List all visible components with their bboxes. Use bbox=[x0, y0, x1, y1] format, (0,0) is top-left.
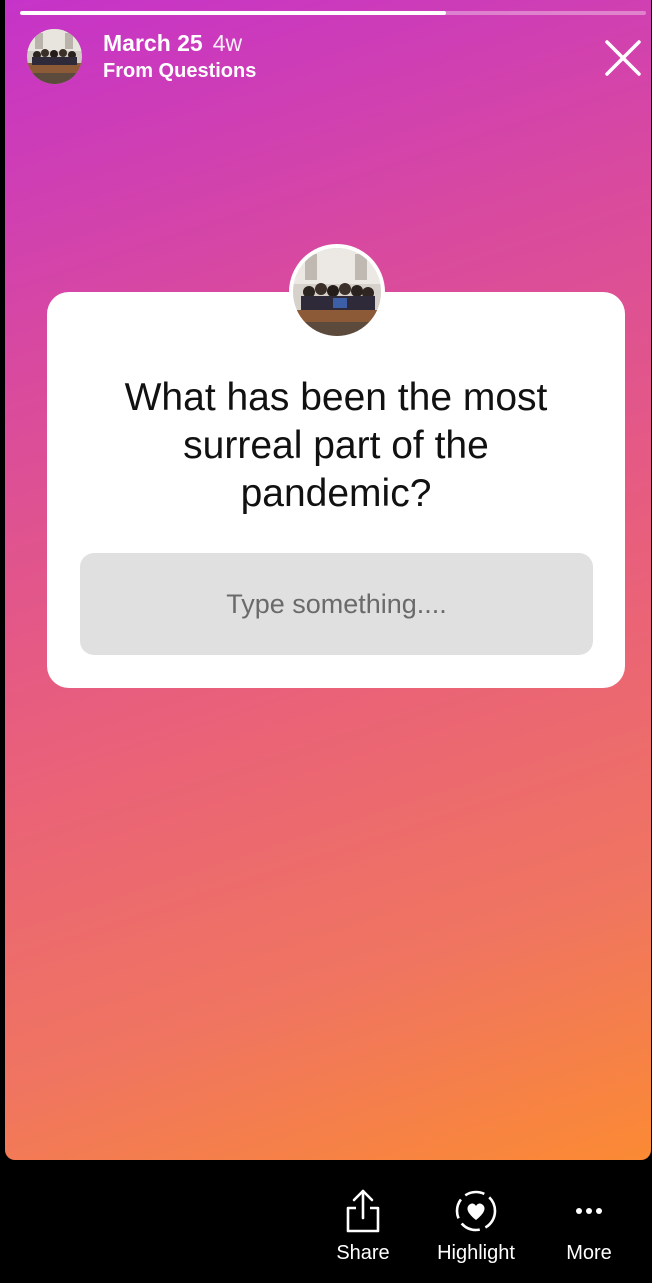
story-progress-bar bbox=[20, 11, 646, 15]
highlight-heart-icon bbox=[455, 1190, 497, 1232]
group-photo-thumbnail bbox=[293, 248, 381, 336]
question-text: What has been the most surreal part of t… bbox=[124, 376, 548, 515]
question-avatar bbox=[289, 244, 385, 340]
highlight-label: Highlight bbox=[437, 1242, 515, 1264]
share-label: Share bbox=[336, 1242, 390, 1264]
story-date: March 25 4w bbox=[103, 30, 242, 57]
highlight-button[interactable]: Highlight bbox=[421, 1188, 531, 1265]
story-action-bar: Share Highlight More bbox=[0, 1160, 652, 1283]
answer-input[interactable] bbox=[80, 553, 593, 655]
share-icon bbox=[346, 1189, 380, 1233]
group-photo-thumbnail bbox=[27, 29, 82, 84]
more-button[interactable]: More bbox=[534, 1188, 644, 1265]
story-date-text: March 25 bbox=[103, 30, 203, 56]
share-button[interactable]: Share bbox=[308, 1188, 418, 1265]
more-icon bbox=[576, 1208, 602, 1214]
profile-avatar[interactable] bbox=[27, 29, 82, 84]
story-background[interactable]: March 25 4w From Questions What has been … bbox=[5, 0, 651, 1160]
close-icon bbox=[605, 40, 641, 76]
story-source[interactable]: From Questions bbox=[103, 60, 256, 83]
question-sticker[interactable]: What has been the most surreal part of t… bbox=[47, 292, 625, 688]
story-age: 4w bbox=[212, 30, 243, 56]
close-button[interactable] bbox=[603, 38, 643, 78]
more-label: More bbox=[566, 1242, 612, 1264]
story-progress-fill bbox=[20, 11, 446, 15]
